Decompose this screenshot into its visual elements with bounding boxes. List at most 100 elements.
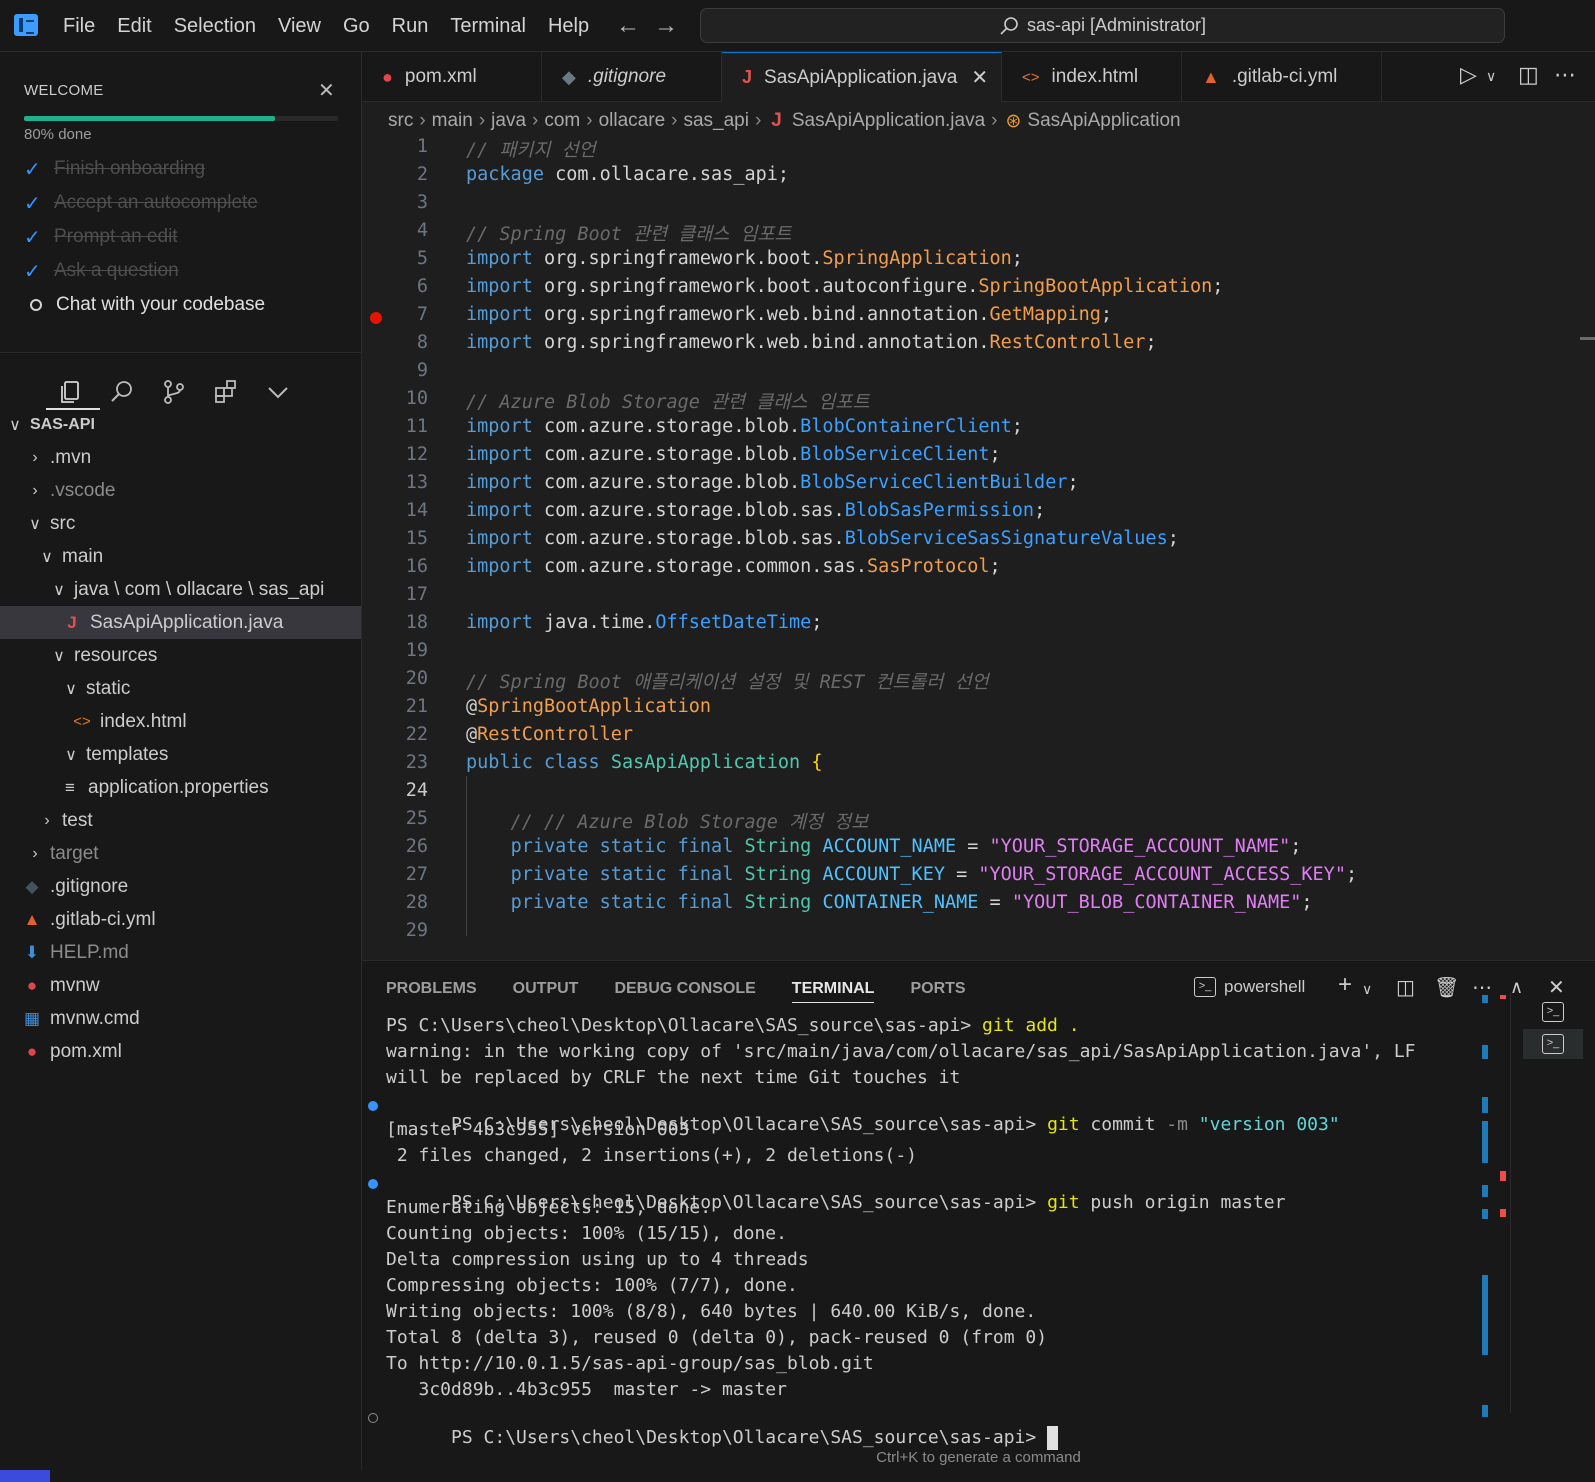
code-line[interactable]: 11 import com.azure.storage.blob.BlobCont… [362, 416, 1582, 444]
breadcrumb-item[interactable]: main [432, 110, 473, 132]
tree-file[interactable]: <> index.html [0, 705, 361, 738]
line-number[interactable]: 12 [362, 444, 428, 465]
tree-file[interactable]: ▦ mvnw.cmd [0, 1002, 361, 1035]
code-line[interactable]: 9 [362, 360, 1582, 388]
code-line[interactable]: 7 import org.springframework.web.bind.ann… [362, 304, 1582, 332]
line-number[interactable]: 17 [362, 584, 428, 605]
back-arrow-icon[interactable]: ← [616, 12, 640, 40]
line-number[interactable]: 10 [362, 388, 428, 409]
chevron-down-icon[interactable]: ∨ [1362, 981, 1372, 998]
code-editor[interactable]: 1 // 패키지 선언 2 package com.ollacare.sas_api;… [362, 136, 1582, 960]
code-line[interactable]: 27 private static final String ACCOUNT_K… [362, 864, 1582, 892]
split-terminal-icon[interactable]: ◫ [1396, 975, 1415, 1000]
line-number[interactable]: 13 [362, 472, 428, 493]
terminal-instance-active[interactable]: >_ [1523, 1029, 1583, 1059]
code-line[interactable]: 15 import com.azure.storage.blob.sas.Blob… [362, 528, 1582, 556]
code-line[interactable]: 14 import com.azure.storage.blob.sas.Blob… [362, 500, 1582, 528]
menu-terminal[interactable]: Terminal [439, 15, 537, 38]
tab-terminal[interactable]: TERMINAL [791, 980, 875, 1003]
onboarding-item-todo[interactable]: Chat with your codebase [24, 290, 265, 320]
run-icon[interactable]: ▷ [1460, 62, 1477, 88]
tree-folder[interactable]: ∨ static [0, 672, 361, 705]
explorer-root[interactable]: ∨ SAS-API [0, 408, 361, 441]
tree-file-selected[interactable]: J SasApiApplication.java [0, 606, 361, 639]
breadcrumb-item[interactable]: ollacare [599, 110, 666, 132]
onboarding-item-done[interactable]: ✓ Ask a question [24, 256, 179, 286]
line-number[interactable]: 16 [362, 556, 428, 577]
menu-go[interactable]: Go [332, 15, 381, 38]
tree-file[interactable]: ◆ .gitignore [0, 870, 361, 903]
tree-folder[interactable]: › .mvn [0, 441, 361, 474]
breakpoint-icon[interactable] [370, 312, 382, 324]
split-editor-icon[interactable]: ◫ [1518, 62, 1539, 88]
code-line[interactable]: 18 import java.time.OffsetDateTime; [362, 612, 1582, 640]
code-line[interactable]: 6 import org.springframework.boot.autocon… [362, 276, 1582, 304]
line-number[interactable]: 27 [362, 864, 428, 885]
onboarding-item-done[interactable]: ✓ Accept an autocomplete [24, 188, 258, 218]
tree-folder[interactable]: ∨ java \ com \ ollacare \ sas_api [0, 573, 361, 606]
tree-file[interactable]: ▲ .gitlab-ci.yml [0, 903, 361, 936]
tree-file[interactable]: ● mvnw [0, 969, 361, 1002]
line-number[interactable]: 24 [362, 780, 428, 801]
code-line[interactable]: 20 // Spring Boot 애플리케이션 설정 및 REST 컨트롤러 선… [362, 668, 1582, 696]
code-line[interactable]: 4 // Spring Boot 관련 클래스 임포트 [362, 220, 1582, 248]
code-line[interactable]: 22 @RestController [362, 724, 1582, 752]
code-line[interactable]: 29 [362, 920, 1582, 948]
tree-folder[interactable]: ∨ resources [0, 639, 361, 672]
line-number[interactable]: 28 [362, 892, 428, 913]
code-line[interactable]: 24 [362, 780, 1582, 808]
tree-folder[interactable]: ∨ templates [0, 738, 361, 771]
tab-gitlab-ci-yml[interactable]: ▲ .gitlab-ci.yml [1182, 52, 1382, 102]
code-line[interactable]: 13 import com.azure.storage.blob.BlobServ… [362, 472, 1582, 500]
tab-problems[interactable]: PROBLEMS [386, 980, 477, 1002]
tree-folder[interactable]: ∨ src [0, 507, 361, 540]
line-number[interactable]: 1 [362, 136, 428, 157]
line-number[interactable]: 4 [362, 220, 428, 241]
command-status-dot[interactable] [368, 1179, 378, 1189]
tree-folder[interactable]: › .vscode [0, 474, 361, 507]
line-number[interactable]: 20 [362, 668, 428, 689]
line-number[interactable]: 9 [362, 360, 428, 381]
menu-view[interactable]: View [267, 15, 332, 38]
tree-file[interactable]: ≡ application.properties [0, 771, 361, 804]
more-actions-icon[interactable]: ⋯ [1554, 62, 1576, 88]
onboarding-item-done[interactable]: ✓ Finish onboarding [24, 154, 205, 184]
line-number[interactable]: 2 [362, 164, 428, 185]
line-number[interactable]: 5 [362, 248, 428, 269]
breadcrumb-item[interactable]: java [491, 110, 526, 132]
breadcrumb-item[interactable]: SasApiApplication [1027, 110, 1180, 132]
tree-folder[interactable]: ∨ main [0, 540, 361, 573]
line-number[interactable]: 8 [362, 332, 428, 353]
remote-indicator[interactable] [0, 1470, 50, 1482]
menu-selection[interactable]: Selection [163, 15, 267, 38]
chevron-down-icon[interactable]: ∨ [1486, 68, 1496, 85]
onboarding-item-done[interactable]: ✓ Prompt an edit [24, 222, 178, 252]
close-icon[interactable]: ✕ [971, 65, 988, 90]
breadcrumb-item[interactable]: SasApiApplication.java [792, 110, 985, 132]
code-line[interactable]: 21 @SpringBootApplication [362, 696, 1582, 724]
line-number[interactable]: 22 [362, 724, 428, 745]
close-icon[interactable]: ✕ [318, 78, 335, 103]
code-line[interactable]: 16 import com.azure.storage.common.sas.Sa… [362, 556, 1582, 584]
code-line[interactable]: 3 [362, 192, 1582, 220]
command-status-dot[interactable] [368, 1101, 378, 1111]
code-line[interactable]: 2 package com.ollacare.sas_api; [362, 164, 1582, 192]
code-line[interactable]: 26 private static final String ACCOUNT_N… [362, 836, 1582, 864]
line-number[interactable]: 6 [362, 276, 428, 297]
menu-help[interactable]: Help [537, 15, 600, 38]
tab-output[interactable]: OUTPUT [513, 980, 579, 1002]
code-line[interactable]: 25 // // Azure Blob Storage 계정 정보 [362, 808, 1582, 836]
tab-sasapiapplication-java[interactable]: J SasApiApplication.java ✕ [722, 52, 1002, 102]
line-number[interactable]: 11 [362, 416, 428, 437]
tab-gitignore[interactable]: ◆ .gitignore [542, 52, 722, 102]
tab-pom-xml[interactable]: ● pom.xml [362, 52, 542, 102]
line-number[interactable]: 23 [362, 752, 428, 773]
code-line[interactable]: 23 public class SasApiApplication { [362, 752, 1582, 780]
breadcrumb-item[interactable]: src [388, 110, 413, 132]
tree-file[interactable]: ● pom.xml [0, 1035, 361, 1068]
line-number[interactable]: 29 [362, 920, 428, 941]
line-number[interactable]: 26 [362, 836, 428, 857]
command-center[interactable]: sas-api [Administrator] [700, 8, 1505, 43]
tab-debug-console[interactable]: DEBUG CONSOLE [614, 980, 755, 1002]
line-number[interactable]: 18 [362, 612, 428, 633]
